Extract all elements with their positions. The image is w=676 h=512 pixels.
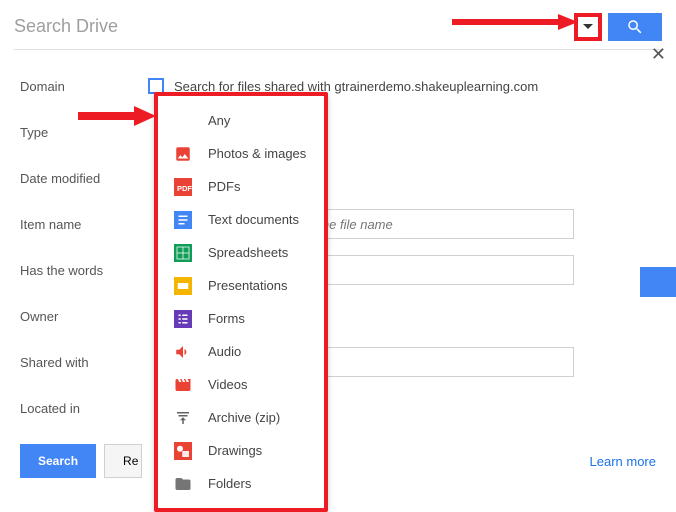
type-option-label: Folders bbox=[208, 476, 251, 491]
type-option-label: Audio bbox=[208, 344, 241, 359]
domain-label: Domain bbox=[20, 79, 148, 94]
type-option-label: Archive (zip) bbox=[208, 410, 280, 425]
date-modified-label: Date modified bbox=[20, 171, 148, 186]
type-option-archive[interactable]: Archive (zip) bbox=[158, 401, 324, 434]
type-option-text-documents[interactable]: Text documents bbox=[158, 203, 324, 236]
svg-text:PDF: PDF bbox=[177, 183, 192, 192]
annotation-arrow-dropdown bbox=[452, 14, 582, 30]
video-icon bbox=[174, 376, 192, 394]
located-in-label: Located in bbox=[20, 401, 148, 416]
side-decoration bbox=[640, 267, 676, 297]
type-label: Type bbox=[20, 125, 148, 140]
type-option-drawings[interactable]: Drawings bbox=[158, 434, 324, 467]
archive-icon bbox=[174, 409, 192, 427]
type-option-label: PDFs bbox=[208, 179, 241, 194]
search-button[interactable] bbox=[608, 13, 662, 41]
drawings-icon bbox=[174, 442, 192, 460]
search-form-button[interactable]: Search bbox=[20, 444, 96, 478]
presentation-icon bbox=[174, 277, 192, 295]
type-option-audio[interactable]: Audio bbox=[158, 335, 324, 368]
annotation-arrow-type bbox=[78, 106, 158, 126]
shared-with-label: Shared with bbox=[20, 355, 148, 370]
forms-icon bbox=[174, 310, 192, 328]
type-option-spreadsheets[interactable]: Spreadsheets bbox=[158, 236, 324, 269]
search-icon bbox=[626, 18, 644, 36]
type-dropdown-menu: Any Photos & images PDF PDFs Text docume… bbox=[154, 92, 328, 512]
folder-icon bbox=[174, 475, 192, 493]
pdf-icon: PDF bbox=[174, 178, 192, 196]
spreadsheet-icon bbox=[174, 244, 192, 262]
type-option-pdfs[interactable]: PDF PDFs bbox=[158, 170, 324, 203]
item-name-label: Item name bbox=[20, 217, 148, 232]
type-option-videos[interactable]: Videos bbox=[158, 368, 324, 401]
type-option-presentations[interactable]: Presentations bbox=[158, 269, 324, 302]
type-option-label: Presentations bbox=[208, 278, 288, 293]
type-option-label: Spreadsheets bbox=[208, 245, 288, 260]
type-option-photos[interactable]: Photos & images bbox=[158, 137, 324, 170]
type-option-label: Forms bbox=[208, 311, 245, 326]
type-option-label: Text documents bbox=[208, 212, 299, 227]
type-option-label: Any bbox=[208, 113, 230, 128]
type-option-label: Videos bbox=[208, 377, 248, 392]
type-option-label: Drawings bbox=[208, 443, 262, 458]
type-option-label: Photos & images bbox=[208, 146, 306, 161]
learn-more-link[interactable]: Learn more bbox=[590, 454, 656, 469]
reset-button[interactable]: Re bbox=[104, 444, 142, 478]
type-option-folders[interactable]: Folders bbox=[158, 467, 324, 500]
audio-icon bbox=[174, 343, 192, 361]
owner-label: Owner bbox=[20, 309, 148, 324]
document-icon bbox=[174, 211, 192, 229]
photos-icon bbox=[174, 145, 192, 163]
has-words-label: Has the words bbox=[20, 263, 148, 278]
type-option-any[interactable]: Any bbox=[158, 104, 324, 137]
chevron-down-icon bbox=[583, 24, 593, 29]
blank-icon bbox=[174, 112, 192, 130]
type-option-forms[interactable]: Forms bbox=[158, 302, 324, 335]
